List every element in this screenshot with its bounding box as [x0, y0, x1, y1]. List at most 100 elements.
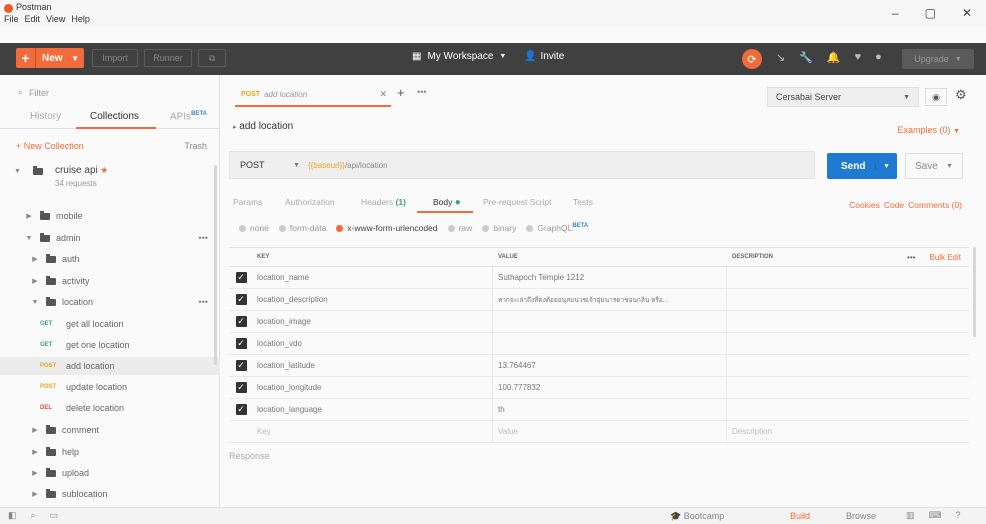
key-cell[interactable]: location_description	[253, 289, 493, 310]
avatar[interactable]: ●	[875, 51, 882, 64]
key-cell[interactable]: location_image	[253, 311, 493, 332]
close-icon[interactable]: ✕	[962, 6, 972, 20]
sidebar-item-mobile[interactable]: ▶ mobile	[0, 207, 220, 225]
checkbox[interactable]: ✓	[235, 360, 247, 371]
value-cell[interactable]: หากจะเล่าถึงที่ดงด้อยอนุสมนวชเจ้าอุ่มนาร…	[493, 289, 727, 310]
sidebar-item-upload[interactable]: ▶ upload	[0, 464, 220, 482]
value-cell[interactable]	[493, 311, 727, 332]
collection-cruise-api[interactable]: ▼ cruise api ★ 34 requests	[14, 165, 108, 188]
request-delete-location[interactable]: DEL delete location	[0, 399, 220, 417]
sidebar-item-help[interactable]: ▶ help	[0, 443, 220, 461]
description-cell[interactable]	[727, 355, 969, 376]
tab-params[interactable]: Params	[233, 197, 262, 207]
trash-link[interactable]: Trash	[184, 141, 207, 151]
key-cell[interactable]: location_vdo	[253, 333, 493, 354]
filter-input[interactable]: ⌕ Filter	[18, 87, 49, 98]
tab-authorization[interactable]: Authorization	[285, 197, 335, 207]
tab-tests[interactable]: Tests	[573, 197, 593, 207]
new-button[interactable]: + New ▼	[16, 48, 84, 68]
radio-graphql[interactable]: GraphQLBETA	[526, 223, 588, 233]
sidebar-item-comment[interactable]: ▶ comment	[0, 421, 220, 439]
request-update-location[interactable]: POST update location	[0, 378, 220, 396]
radio-none[interactable]: none	[239, 223, 269, 233]
chevron-right-icon[interactable]: ▸	[233, 124, 237, 131]
checkbox[interactable]: ✓	[235, 338, 247, 349]
tab-headers[interactable]: Headers (1)	[361, 197, 406, 207]
capture-icon[interactable]: ↘	[776, 51, 785, 64]
sync-icon[interactable]: ⟳	[742, 49, 762, 69]
tab-body[interactable]: Body ●	[433, 197, 461, 208]
new-value-input[interactable]: Value	[493, 421, 727, 442]
send-button[interactable]: Send ▼	[827, 153, 897, 179]
url-input[interactable]: {{baseurl}}/api/location	[308, 161, 388, 170]
tab-pre-request-script[interactable]: Pre-request Script	[483, 197, 552, 207]
value-cell[interactable]: 13.764467	[493, 355, 727, 376]
checkbox[interactable]: ✓	[235, 294, 247, 305]
value-cell[interactable]: th	[493, 399, 727, 420]
sidebar-toggle-icon[interactable]: ◧	[8, 510, 17, 521]
search-icon[interactable]: ⌕	[31, 510, 36, 521]
description-cell[interactable]	[727, 399, 969, 420]
tab-apis[interactable]: APIsBETA	[170, 111, 207, 122]
settings-icon[interactable]: 🔧	[799, 51, 813, 64]
bulk-edit-link[interactable]: Bulk Edit	[929, 253, 961, 262]
save-button[interactable]: Save ▼	[905, 153, 963, 179]
description-cell[interactable]	[727, 267, 969, 288]
upgrade-button[interactable]: Upgrade ▼	[902, 49, 974, 69]
browse-tab[interactable]: Browse	[846, 511, 876, 521]
request-get-all-location[interactable]: GET get all location	[0, 315, 220, 333]
new-description-input[interactable]: Description	[727, 421, 969, 442]
invite-button[interactable]: 👤 Invite	[524, 51, 564, 62]
maximize-icon[interactable]: ▢	[925, 6, 936, 20]
value-cell[interactable]	[493, 333, 727, 354]
examples-dropdown[interactable]: Examples (0) ▼	[898, 125, 960, 135]
description-cell[interactable]	[727, 289, 969, 310]
new-collection-button[interactable]: + New Collection	[16, 141, 84, 151]
gear-icon[interactable]: ⚙	[955, 87, 967, 103]
menu-view[interactable]: View	[46, 14, 65, 24]
eye-icon[interactable]: ◉	[925, 88, 947, 106]
sidebar-scrollbar[interactable]	[214, 165, 217, 365]
import-button[interactable]: Import	[92, 49, 138, 67]
checkbox[interactable]: ✓	[235, 316, 247, 327]
radio-binary[interactable]: binary	[482, 223, 516, 233]
request-add-location[interactable]: POST add location	[0, 357, 220, 375]
menu-help[interactable]: Help	[71, 14, 90, 24]
chevron-down-icon[interactable]: ▼	[875, 162, 897, 170]
comments-link[interactable]: Comments (0)	[908, 200, 962, 210]
request-get-one-location[interactable]: GET get one location	[0, 336, 220, 354]
sidebar-item-auth[interactable]: ▶ auth	[0, 250, 220, 268]
cookies-link[interactable]: Cookies	[849, 200, 880, 210]
heart-icon[interactable]: ♥	[855, 51, 862, 64]
method-select[interactable]: POST ▼	[230, 160, 308, 170]
minimize-icon[interactable]: –	[892, 6, 899, 20]
runner-button[interactable]: Runner	[144, 49, 192, 67]
more-icon[interactable]: •••	[417, 87, 426, 97]
more-icon[interactable]: •••	[199, 297, 208, 307]
new-key-input[interactable]: Key	[253, 421, 493, 442]
notifications-icon[interactable]: 🔔	[827, 51, 841, 64]
build-tab[interactable]: Build	[790, 511, 810, 521]
key-cell[interactable]: location_latitude	[253, 355, 493, 376]
value-cell[interactable]: Suthapoch Temple 1212	[493, 267, 727, 288]
description-cell[interactable]	[727, 333, 969, 354]
bootcamp-link[interactable]: 🎓 Bootcamp	[670, 511, 724, 522]
radio-raw[interactable]: raw	[447, 223, 472, 233]
description-cell[interactable]	[727, 377, 969, 398]
checkbox[interactable]: ✓	[235, 404, 247, 415]
sidebar-item-activity[interactable]: ▶ activity	[0, 272, 220, 290]
new-window-button[interactable]: ⧉	[198, 49, 226, 67]
sidebar-item-admin[interactable]: ▼ admin •••	[0, 229, 220, 247]
layout-icon[interactable]: ▥	[906, 510, 915, 521]
more-icon[interactable]: •••	[199, 233, 208, 243]
help-icon[interactable]: ?	[956, 510, 961, 521]
key-cell[interactable]: location_name	[253, 267, 493, 288]
close-icon[interactable]: ✕	[379, 89, 387, 100]
environment-select[interactable]: Cersabai Server ▼	[767, 87, 919, 107]
menu-file[interactable]: File	[4, 14, 19, 24]
new-tab-button[interactable]: +	[397, 85, 405, 100]
chevron-down-icon[interactable]: ▼	[71, 54, 84, 63]
key-cell[interactable]: location_language	[253, 399, 493, 420]
tab-history[interactable]: History	[30, 111, 61, 122]
request-tab[interactable]: POST add location ✕	[235, 83, 391, 107]
